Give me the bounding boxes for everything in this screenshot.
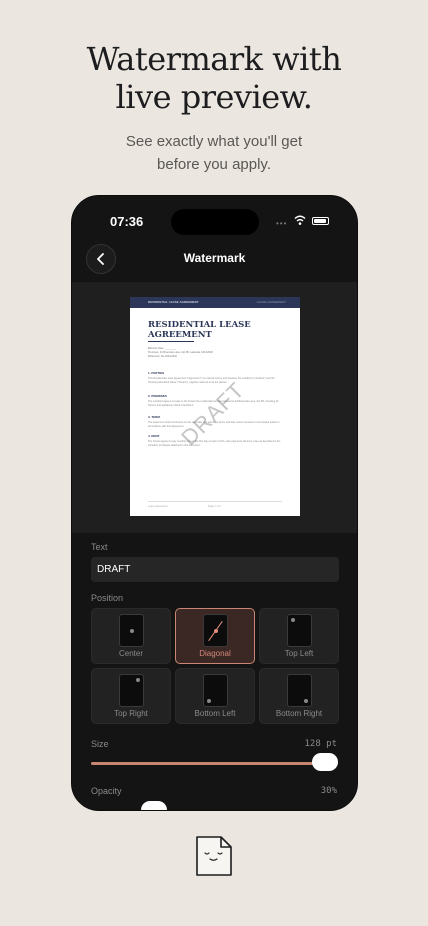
dynamic-island <box>171 209 259 235</box>
size-label: Size <box>91 739 109 749</box>
position-option-top-right[interactable]: Top Right <box>91 668 171 724</box>
position-option-top-left[interactable]: Top Left <box>259 608 339 664</box>
position-label: Position <box>91 593 124 603</box>
position-option-bottom-right[interactable]: Bottom Right <box>259 668 339 724</box>
doc-paragraph: This Residential Lease Agreement ("Agree… <box>148 377 275 384</box>
position-option-diagonal[interactable]: Diagonal <box>175 608 255 664</box>
page-thumb-icon <box>119 614 144 647</box>
position-option-center[interactable]: Center <box>91 608 171 664</box>
position-dot <box>213 628 218 633</box>
page-thumb-icon <box>119 674 144 707</box>
nav-bar: Watermark <box>72 244 357 282</box>
size-value: 128 pt <box>304 739 337 749</box>
document-page: RESIDENTIAL LEASE AGREEMENT LEASE AGREEM… <box>130 297 300 516</box>
doc-section-title: 3. TERM <box>148 415 160 419</box>
doc-meta: Effective Date: ________ Premises: 44 Ri… <box>148 347 213 358</box>
page-thumb-icon <box>203 674 228 707</box>
opacity-value: 30% <box>320 786 337 796</box>
doc-section-title: 4. RENT <box>148 434 160 438</box>
position-option-label: Diagonal <box>199 649 231 658</box>
position-dot <box>207 699 211 703</box>
doc-header-right: LEASE AGREEMENT <box>256 300 286 304</box>
size-slider-thumb[interactable] <box>312 753 338 771</box>
size-slider-track[interactable] <box>91 762 338 765</box>
position-option-label: Bottom Left <box>194 709 236 718</box>
doc-section-title: 2. PREMISES <box>148 394 167 398</box>
doc-title-line-2: AGREEMENT <box>148 329 212 340</box>
battery-icon <box>312 217 329 225</box>
position-option-label: Top Right <box>114 709 148 718</box>
opacity-slider-thumb[interactable] <box>141 801 167 810</box>
app-mascot-icon <box>196 836 232 876</box>
opacity-label: Opacity <box>91 786 122 796</box>
signal-icon: ••• <box>276 219 288 228</box>
doc-footer: Lease Agreement Page 1 of 4 <box>148 501 282 508</box>
headline-line-1: Watermark with <box>86 40 342 78</box>
position-option-label: Bottom Right <box>275 709 323 718</box>
position-dot <box>129 628 134 633</box>
headline-line-2: live preview. <box>115 78 313 116</box>
position-option-label: Top Left <box>284 649 314 658</box>
status-time: 07:36 <box>110 214 144 229</box>
subhead-line-2: before you apply. <box>157 156 271 173</box>
phone-frame: 07:36 ••• Watermark RESIDENTIAL LEASE AG… <box>71 195 358 811</box>
position-dot <box>136 678 140 682</box>
doc-paragraph: The Tenant agrees to pay monthly rent on… <box>148 440 281 447</box>
position-option-label: Center <box>118 649 143 658</box>
doc-header-left: RESIDENTIAL LEASE AGREEMENT <box>148 300 199 304</box>
marketing-headline: Watermark with live preview. <box>0 40 428 116</box>
document-preview: RESIDENTIAL LEASE AGREEMENT LEASE AGREEM… <box>72 282 357 533</box>
position-option-bottom-left[interactable]: Bottom Left <box>175 668 255 724</box>
doc-title-rule <box>148 341 194 342</box>
doc-footer-left: Lease Agreement <box>148 505 168 508</box>
watermark-text-input[interactable]: DRAFT <box>91 557 339 582</box>
doc-section-title: 1. PARTIES <box>148 371 165 375</box>
watermark-controls: Text DRAFT Position Center Diagonal Top … <box>72 533 357 810</box>
page-thumb-icon <box>287 674 312 707</box>
doc-meta-3: Reference: RL-2024-0042 <box>148 354 177 358</box>
position-dot <box>304 699 308 703</box>
doc-footer-center: Page 1 of 4 <box>208 505 221 508</box>
status-bar: 07:36 ••• <box>72 196 357 244</box>
text-label: Text <box>91 542 108 552</box>
document-header-bar: RESIDENTIAL LEASE AGREEMENT LEASE AGREEM… <box>130 297 300 308</box>
wifi-icon <box>294 215 306 225</box>
page-thumb-icon <box>203 614 228 647</box>
position-dot <box>291 618 295 622</box>
nav-title: Watermark <box>183 251 246 265</box>
subhead-line-1: See exactly what you'll get <box>125 133 303 150</box>
document-title: RESIDENTIAL LEASE AGREEMENT <box>148 320 251 340</box>
marketing-subhead: See exactly what you'll get before you a… <box>0 130 428 176</box>
page-thumb-icon <box>287 614 312 647</box>
